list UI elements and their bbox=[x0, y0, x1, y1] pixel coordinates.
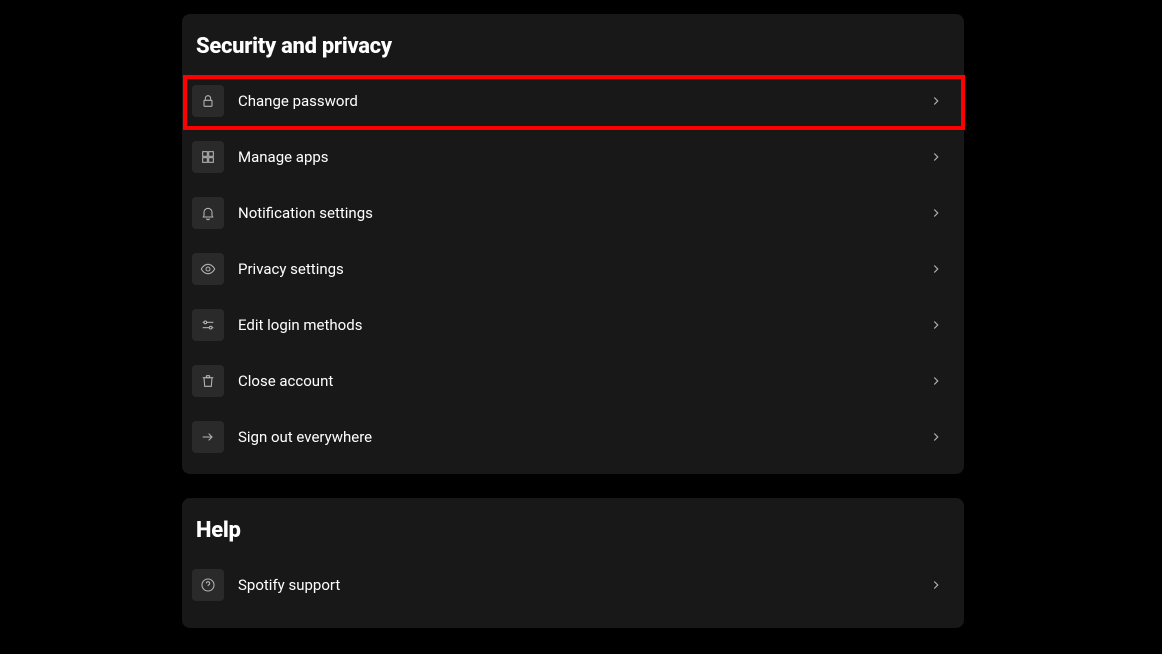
privacy-settings-row[interactable]: Privacy settings bbox=[182, 241, 964, 297]
help-title: Help bbox=[182, 498, 964, 557]
trash-icon bbox=[192, 365, 224, 397]
security-card: Security and privacy Change password Man… bbox=[182, 14, 964, 474]
apps-icon bbox=[192, 141, 224, 173]
spotify-support-row[interactable]: Spotify support bbox=[182, 557, 964, 613]
change-password-label: Change password bbox=[238, 92, 928, 110]
notification-settings-label: Notification settings bbox=[238, 204, 928, 222]
edit-login-methods-label: Edit login methods bbox=[238, 316, 928, 334]
eye-icon bbox=[192, 253, 224, 285]
chevron-right-icon bbox=[928, 577, 944, 593]
spotify-support-label: Spotify support bbox=[238, 576, 928, 594]
help-list: Spotify support bbox=[182, 557, 964, 613]
chevron-right-icon bbox=[928, 149, 944, 165]
chevron-right-icon bbox=[928, 261, 944, 277]
chevron-right-icon bbox=[928, 429, 944, 445]
sign-out-everywhere-row[interactable]: Sign out everywhere bbox=[182, 409, 964, 465]
bell-icon bbox=[192, 197, 224, 229]
chevron-right-icon bbox=[928, 373, 944, 389]
arrow-right-icon bbox=[192, 421, 224, 453]
chevron-right-icon bbox=[928, 317, 944, 333]
privacy-settings-label: Privacy settings bbox=[238, 260, 928, 278]
close-account-label: Close account bbox=[238, 372, 928, 390]
security-title: Security and privacy bbox=[182, 14, 964, 73]
edit-login-methods-row[interactable]: Edit login methods bbox=[182, 297, 964, 353]
security-list: Change password Manage apps Notification… bbox=[182, 73, 964, 465]
chevron-right-icon bbox=[928, 205, 944, 221]
lock-icon bbox=[192, 85, 224, 117]
close-account-row[interactable]: Close account bbox=[182, 353, 964, 409]
manage-apps-label: Manage apps bbox=[238, 148, 928, 166]
manage-apps-row[interactable]: Manage apps bbox=[182, 129, 964, 185]
chevron-right-icon bbox=[928, 93, 944, 109]
page-root: Security and privacy Change password Man… bbox=[0, 0, 1162, 654]
change-password-row[interactable]: Change password bbox=[182, 73, 964, 129]
notification-settings-row[interactable]: Notification settings bbox=[182, 185, 964, 241]
question-icon bbox=[192, 569, 224, 601]
sliders-icon bbox=[192, 309, 224, 341]
help-card: Help Spotify support bbox=[182, 498, 964, 628]
sign-out-everywhere-label: Sign out everywhere bbox=[238, 428, 928, 446]
